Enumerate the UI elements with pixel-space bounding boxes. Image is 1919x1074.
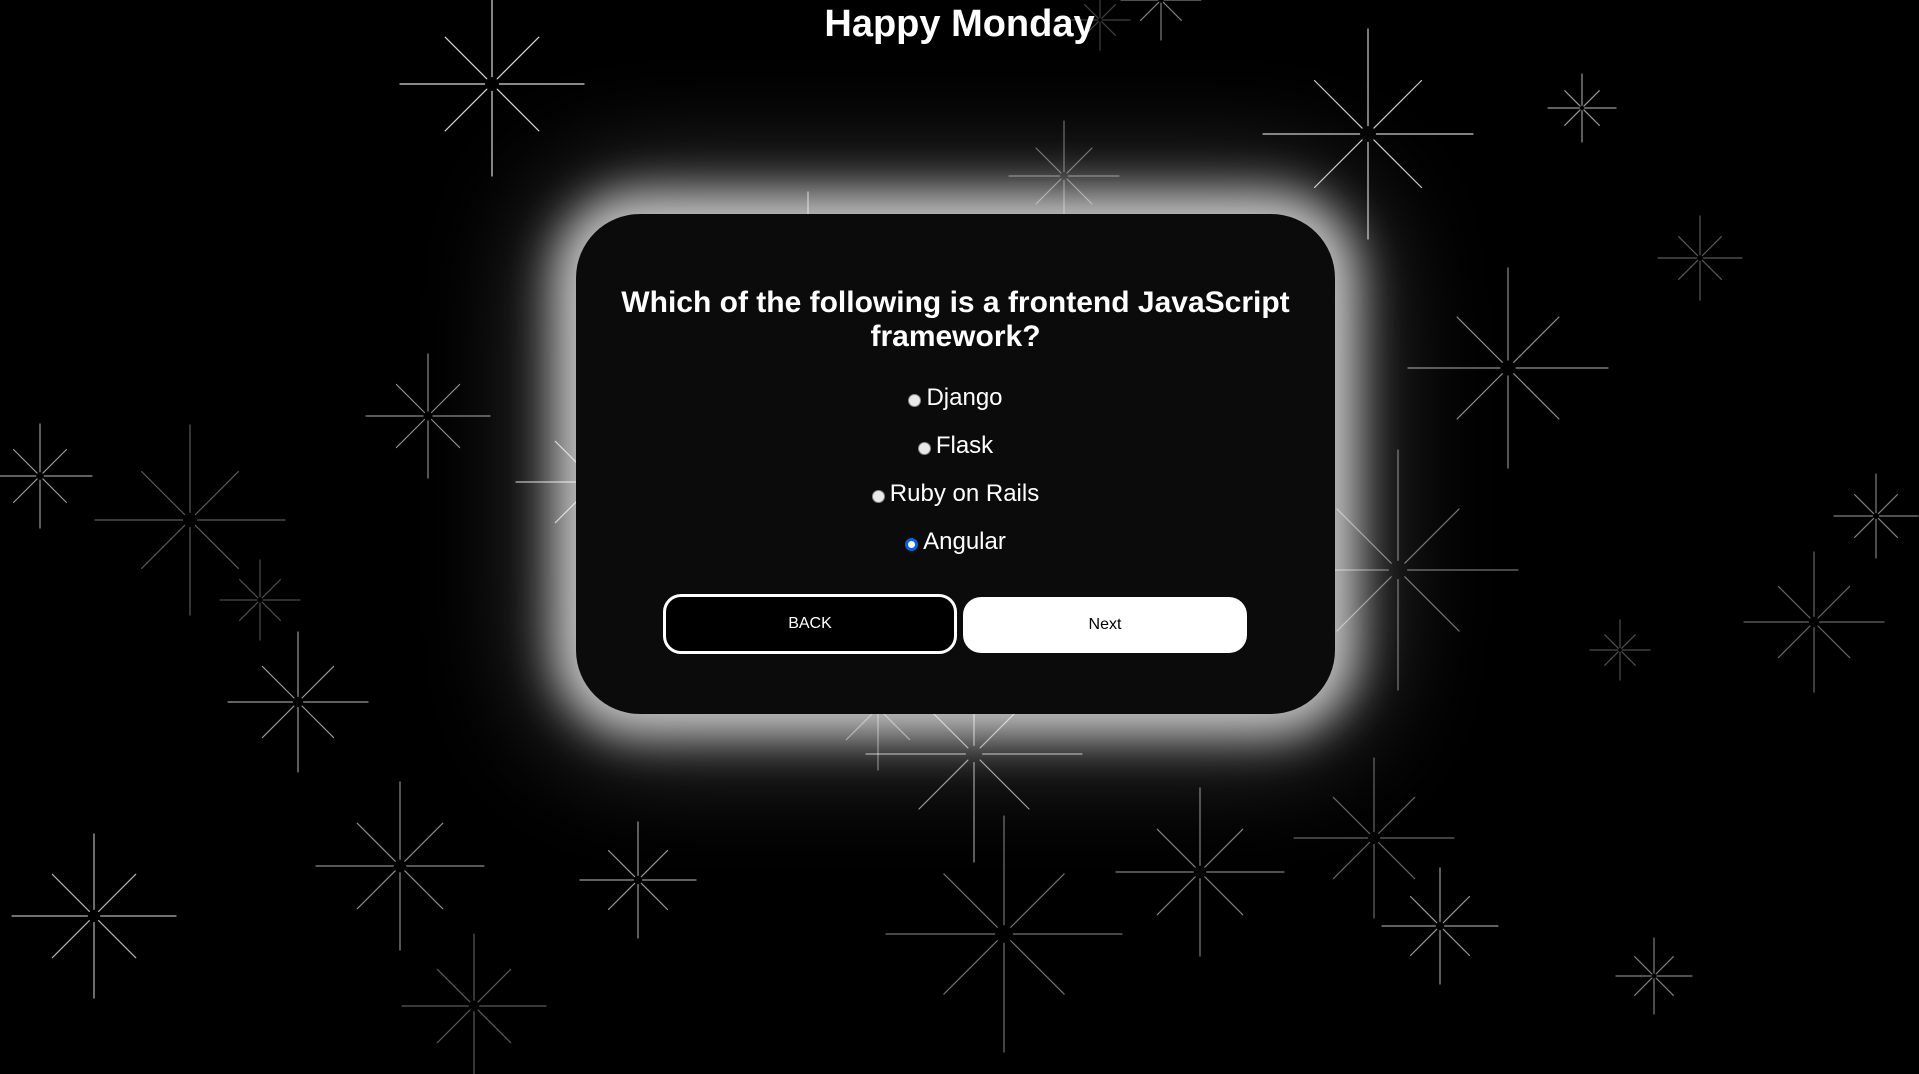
question-text: Which of the following is a frontend Jav…: [621, 286, 1290, 353]
page-title: Happy Monday: [824, 3, 1095, 45]
sparkle: [315, 781, 485, 951]
sparkle: [1743, 551, 1885, 693]
sparkle: [1589, 619, 1651, 681]
option-label: Angular: [923, 528, 1006, 555]
option-angular[interactable]: Angular: [576, 518, 1335, 566]
sparkle: [1657, 215, 1743, 301]
page-background: Happy Monday Which of the following is a…: [0, 0, 1919, 1074]
sparkle: [401, 933, 547, 1074]
option-flask[interactable]: Flask: [576, 422, 1335, 470]
option-ruby-on-rails[interactable]: Ruby on Rails: [576, 470, 1335, 518]
sparkle: [885, 815, 1123, 1053]
sparkle: [579, 821, 697, 939]
option-label: Django: [926, 384, 1003, 411]
answer-options: Django Flask Ruby on Rails Angular: [576, 374, 1335, 566]
sparkle: [1381, 867, 1499, 985]
option-label: Flask: [935, 432, 994, 459]
sparkle: [11, 833, 177, 999]
sparkle: [1615, 937, 1693, 1015]
back-button[interactable]: BACK: [663, 594, 957, 654]
radio-django[interactable]: [908, 393, 922, 407]
button-row: BACK Next: [663, 594, 1251, 654]
sparkle: [1547, 73, 1617, 143]
next-button[interactable]: Next: [963, 597, 1247, 653]
sparkle: [219, 559, 301, 641]
sparkle: [1262, 28, 1474, 240]
sparkle: [1407, 267, 1609, 469]
option-django[interactable]: Django: [576, 374, 1335, 422]
sparkle: [365, 353, 491, 479]
radio-flask[interactable]: [917, 441, 931, 455]
sparkle: [0, 423, 93, 529]
sparkle: [1293, 757, 1455, 919]
sparkle: [227, 631, 369, 773]
radio-angular[interactable]: [905, 537, 919, 551]
radio-ruby-on-rails[interactable]: [871, 489, 885, 503]
quiz-content: Which of the following is a frontend Jav…: [576, 214, 1335, 714]
sparkle: [1833, 473, 1919, 559]
sparkle: [1115, 787, 1285, 957]
sparkle: [94, 424, 286, 616]
option-label: Ruby on Rails: [889, 480, 1040, 507]
